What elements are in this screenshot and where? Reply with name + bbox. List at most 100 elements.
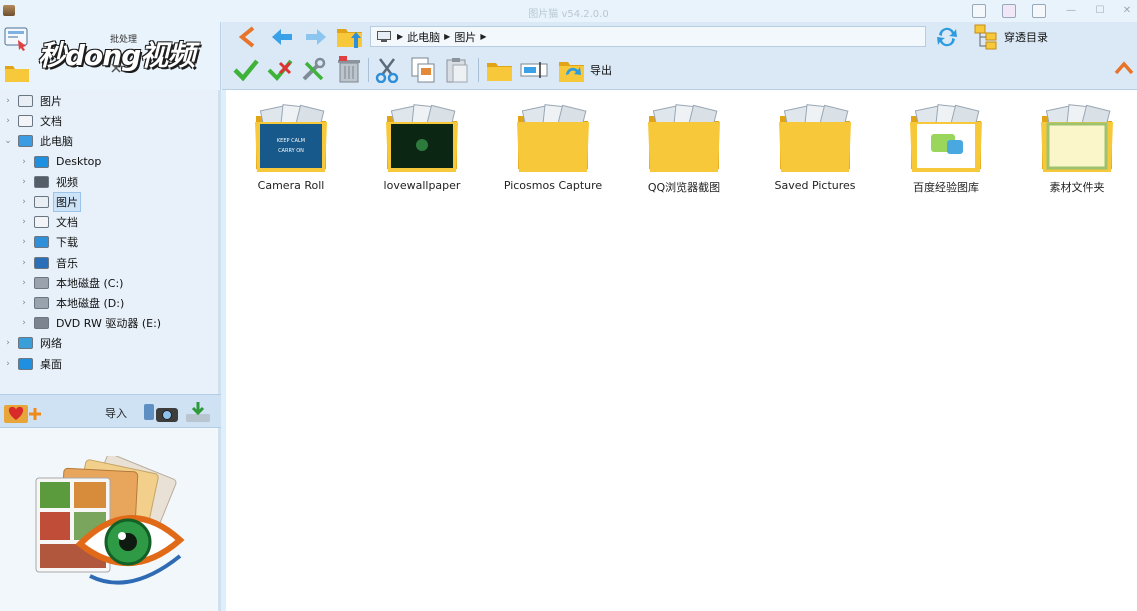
folder-label: Picosmos Capture (503, 179, 603, 192)
trash-icon[interactable] (336, 56, 362, 84)
chevron-right-icon[interactable]: › (3, 96, 13, 106)
tree-item[interactable]: › 网络 (3, 333, 64, 353)
arrow-left-icon[interactable] (270, 27, 294, 47)
dvd-drive-icon (34, 317, 49, 330)
folder-icon (907, 100, 985, 178)
drive-icon (34, 297, 49, 309)
folder-up-icon[interactable] (336, 24, 364, 50)
tools-icon[interactable] (300, 57, 328, 83)
computer-icon (377, 31, 391, 42)
minimize-button[interactable]: — (1064, 4, 1078, 18)
chevron-right-icon[interactable]: › (19, 177, 29, 187)
tree-item[interactable]: › 本地磁盘 (C:) (19, 273, 125, 293)
window-mode-icon[interactable] (972, 4, 986, 18)
chevron-right-icon[interactable]: › (19, 217, 29, 227)
folder-item[interactable]: QQ浏览器截图 (624, 98, 744, 198)
tree-item[interactable]: › 文档 (19, 212, 80, 232)
network-icon (18, 337, 33, 350)
tree-item[interactable]: › 本地磁盘 (D:) (19, 293, 126, 313)
download-icon[interactable] (184, 400, 212, 424)
back-icon[interactable] (236, 26, 260, 48)
chevron-right-icon[interactable]: › (3, 338, 13, 348)
folder-item[interactable]: Picosmos Capture (493, 98, 613, 198)
folder-item[interactable]: 百度经验图库 (886, 98, 1006, 198)
check-cross-icon[interactable] (266, 57, 294, 83)
penetrate-directory-label[interactable]: 穿透目录 (1004, 29, 1048, 45)
chevron-right-icon[interactable]: › (3, 116, 13, 126)
folder-icon: KEEP CALM CARRY ON (252, 100, 330, 178)
chevron-right-icon[interactable]: › (19, 298, 29, 308)
tree-item[interactable]: › 下载 (19, 232, 80, 252)
downloads-icon (34, 236, 49, 249)
chevron-down-icon[interactable]: ⌄ (3, 136, 13, 146)
toolbar-separator (478, 58, 479, 82)
chevron-right-icon[interactable]: › (19, 318, 29, 328)
import-label[interactable]: 导入 (105, 405, 127, 421)
preview-pane (0, 428, 221, 611)
breadcrumb-pictures[interactable]: 图片 (454, 29, 476, 45)
batch-process-icon[interactable] (4, 26, 30, 52)
folder-item[interactable]: Saved Pictures (755, 98, 875, 198)
chevron-right-icon[interactable]: › (19, 157, 29, 167)
chevron-right-icon[interactable]: › (19, 278, 29, 288)
title-bar: 图片猫 v54.2.0.0 — ☐ ✕ (0, 0, 1137, 22)
tree-item[interactable]: ⌄ 此电脑 (3, 131, 75, 151)
tree-item-label: 图片 (53, 192, 81, 212)
tree-item[interactable]: › 图片 (19, 192, 81, 212)
cut-icon[interactable] (374, 57, 400, 83)
desktop-icon (18, 357, 33, 370)
tree-item[interactable]: › 图片 (3, 91, 64, 111)
import-bar: 导入 (0, 394, 221, 428)
check-icon[interactable] (232, 57, 260, 83)
tree-item[interactable]: › 音乐 (19, 253, 80, 273)
tree-item-label: 音乐 (56, 256, 78, 270)
folder-icon (645, 100, 723, 178)
app-mascot-image (35, 456, 185, 585)
folder-icon (776, 100, 854, 178)
tree-structure-icon[interactable] (974, 24, 1000, 50)
export-icon[interactable] (558, 56, 586, 84)
folder-label: lovewallpaper (383, 179, 461, 192)
file-view: KEEP CALM CARRY ON Camera Roll lovewallpape… (226, 90, 1137, 611)
chevron-right-icon[interactable]: › (19, 258, 29, 268)
folder-tree: › 图片 › 文档 ⌄ 此电脑 › Desktop › 视频 › 图片 › 文档 › 下载 › 音乐 › 本地磁盘 (… (0, 90, 221, 394)
breadcrumb-separator: ▶ (397, 32, 404, 41)
new-folder-icon[interactable] (486, 57, 514, 83)
close-button[interactable]: ✕ (1120, 4, 1134, 18)
collapse-toolbar-icon[interactable] (1114, 60, 1134, 76)
window-title: 图片猫 v54.2.0.0 (528, 9, 609, 20)
layout-icon[interactable] (1032, 4, 1046, 18)
camera-import-icon[interactable] (142, 400, 180, 424)
paste-icon[interactable] (444, 56, 470, 84)
folder-label: Camera Roll (257, 179, 325, 192)
pictures-icon (34, 196, 49, 208)
tree-item[interactable]: › 视频 (19, 172, 80, 192)
videos-icon (34, 175, 49, 188)
tree-item[interactable]: › 桌面 (3, 354, 64, 374)
address-bar[interactable]: ▶ 此电脑 ▶ 图片 ▶ (370, 26, 926, 47)
music-icon (34, 256, 49, 269)
folder-icon[interactable] (4, 60, 30, 84)
tree-item[interactable]: › DVD RW 驱动器 (E:) (19, 313, 163, 333)
arrow-right-icon[interactable] (304, 27, 328, 47)
folder-icon (514, 100, 592, 178)
tree-item[interactable]: › 文档 (3, 111, 64, 131)
maximize-button[interactable]: ☐ (1093, 4, 1107, 18)
folder-item[interactable]: 素材文件夹 (1017, 98, 1137, 198)
copy-icon[interactable] (410, 56, 436, 84)
refresh-icon[interactable] (934, 24, 960, 50)
rename-icon[interactable] (520, 60, 548, 80)
folder-item[interactable]: KEEP CALM CARRY ON Camera Roll (231, 98, 351, 198)
breadcrumb-separator: ▶ (480, 32, 487, 41)
chevron-right-icon[interactable]: › (3, 359, 13, 369)
breadcrumb-this-pc[interactable]: 此电脑 (407, 29, 440, 45)
favorites-add-icon[interactable] (3, 400, 45, 424)
chevron-right-icon[interactable]: › (19, 197, 29, 207)
export-label[interactable]: 导出 (590, 62, 612, 78)
skin-icon[interactable] (1002, 4, 1016, 18)
chevron-right-icon[interactable]: › (19, 237, 29, 247)
batch-label[interactable]: 批处理 (110, 32, 137, 45)
breadcrumb-separator: ▶ (444, 32, 451, 41)
tree-item[interactable]: › Desktop (19, 152, 103, 172)
folder-item[interactable]: lovewallpaper (362, 98, 482, 198)
